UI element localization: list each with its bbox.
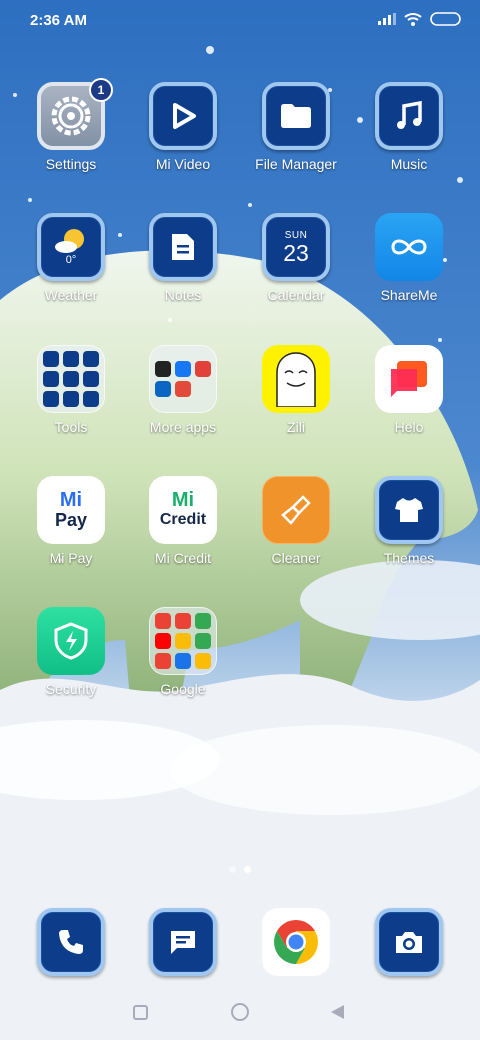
app-security[interactable]: Security bbox=[16, 607, 126, 697]
app-weather[interactable]: 0° Weather bbox=[16, 213, 126, 303]
app-label: Themes bbox=[383, 550, 435, 566]
dock-camera[interactable] bbox=[354, 908, 464, 976]
app-label: Mi Credit bbox=[154, 550, 211, 566]
message-icon bbox=[149, 908, 217, 976]
folder-icon bbox=[149, 345, 217, 413]
clock: 2:36 AM bbox=[30, 12, 87, 29]
folder-more-apps[interactable]: More apps bbox=[128, 345, 238, 435]
app-label: Weather bbox=[44, 287, 98, 303]
document-icon bbox=[149, 213, 217, 281]
music-note-icon bbox=[375, 82, 443, 150]
app-label: Google bbox=[160, 681, 206, 697]
app-label: Security bbox=[45, 681, 97, 697]
home-button[interactable] bbox=[231, 1003, 249, 1021]
folder-icon bbox=[262, 82, 330, 150]
dock-phone[interactable] bbox=[16, 908, 126, 976]
app-label: Zili bbox=[287, 419, 305, 435]
page-dot-active[interactable] bbox=[244, 866, 251, 873]
app-cleaner[interactable]: Cleaner bbox=[241, 476, 351, 566]
folder-icon bbox=[37, 345, 105, 413]
app-settings[interactable]: 1 Settings bbox=[16, 78, 126, 172]
tshirt-icon bbox=[375, 476, 443, 544]
app-label: Calendar bbox=[267, 287, 325, 303]
dock-messaging[interactable] bbox=[128, 908, 238, 976]
app-label: Music bbox=[390, 156, 428, 172]
recents-button[interactable] bbox=[133, 1005, 148, 1020]
zili-logo-icon bbox=[262, 345, 330, 413]
mi-pay-logo-icon: Mi Pay bbox=[37, 476, 105, 544]
navigation-bar bbox=[0, 998, 480, 1028]
app-mi-pay[interactable]: Mi Pay Mi Pay bbox=[16, 476, 126, 566]
broom-icon bbox=[262, 476, 330, 544]
calendar-day: SUN bbox=[284, 229, 308, 241]
chrome-icon bbox=[262, 908, 330, 976]
infinity-icon bbox=[375, 213, 443, 281]
app-calendar[interactable]: SUN 23 Calendar bbox=[241, 213, 351, 303]
shield-icon bbox=[37, 607, 105, 675]
folder-icon bbox=[149, 607, 217, 675]
back-button[interactable] bbox=[331, 1005, 344, 1019]
app-label: Tools bbox=[54, 419, 88, 435]
phone-icon bbox=[37, 908, 105, 976]
play-icon bbox=[149, 82, 217, 150]
app-shareme[interactable]: ShareMe bbox=[354, 213, 464, 303]
helo-logo-icon bbox=[375, 345, 443, 413]
app-music[interactable]: Music bbox=[354, 82, 464, 172]
mi-credit-logo-icon: Mi Credit bbox=[149, 476, 217, 544]
app-label: Notes bbox=[164, 287, 202, 303]
temperature: 0° bbox=[65, 254, 77, 266]
app-label: File Manager bbox=[255, 156, 337, 172]
app-zili[interactable]: Zili bbox=[241, 345, 351, 435]
wifi-icon bbox=[404, 13, 422, 26]
folder-google[interactable]: Google bbox=[128, 607, 238, 697]
logo-text: Credit bbox=[159, 511, 207, 528]
app-label: ShareMe bbox=[380, 287, 438, 303]
page-dot[interactable] bbox=[229, 866, 236, 873]
signal-icon bbox=[378, 13, 396, 25]
app-notes[interactable]: Notes bbox=[128, 213, 238, 303]
notification-badge: 1 bbox=[89, 78, 113, 102]
weather-icon: 0° bbox=[37, 213, 105, 281]
status-bar: 2:36 AM bbox=[0, 0, 480, 42]
camera-icon bbox=[375, 908, 443, 976]
battery-icon bbox=[430, 12, 461, 26]
app-themes[interactable]: Themes bbox=[354, 476, 464, 566]
settings-icon: 1 bbox=[37, 78, 113, 150]
page-indicator bbox=[0, 866, 480, 873]
logo-text: Mi bbox=[59, 489, 83, 511]
app-mi-video[interactable]: Mi Video bbox=[128, 82, 238, 172]
folder-tools[interactable]: Tools bbox=[16, 345, 126, 435]
app-label: Cleaner bbox=[271, 550, 321, 566]
app-label: Mi Pay bbox=[49, 550, 93, 566]
app-helo[interactable]: Helo bbox=[354, 345, 464, 435]
app-mi-credit[interactable]: Mi Credit Mi Credit bbox=[128, 476, 238, 566]
app-label: Settings bbox=[45, 156, 97, 172]
logo-text: Mi bbox=[171, 489, 195, 511]
calendar-date: 23 bbox=[283, 239, 309, 266]
dock-chrome[interactable] bbox=[241, 908, 351, 976]
calendar-icon: SUN 23 bbox=[262, 213, 330, 281]
app-label: More apps bbox=[149, 419, 217, 435]
logo-text: Pay bbox=[54, 510, 88, 530]
app-file-manager[interactable]: File Manager bbox=[241, 82, 351, 172]
app-label: Mi Video bbox=[155, 156, 211, 172]
app-label: Helo bbox=[394, 419, 424, 435]
